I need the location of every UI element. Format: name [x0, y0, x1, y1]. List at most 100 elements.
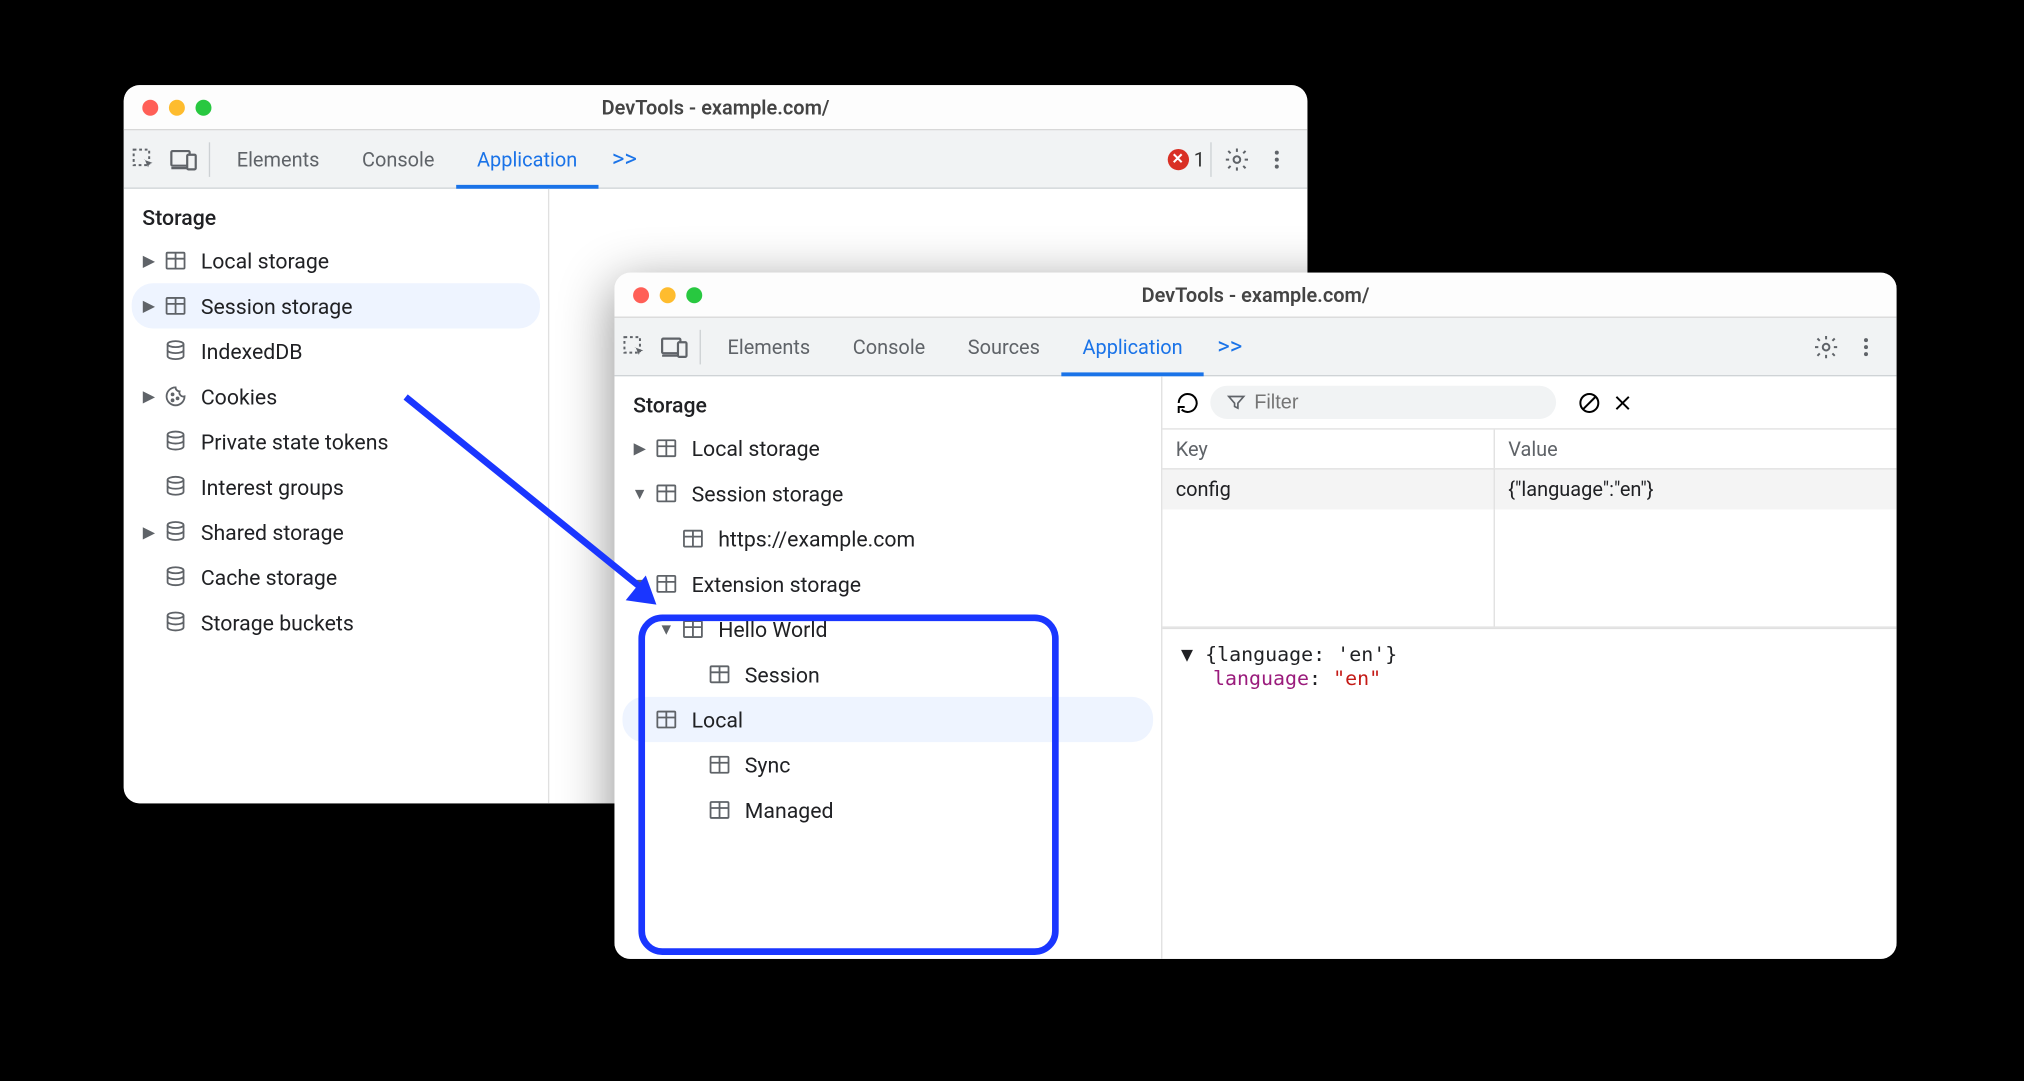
column-header-key[interactable]: Key [1162, 430, 1495, 469]
tree-expand-arrow-icon[interactable]: ▶ [140, 523, 159, 542]
tree-expand-arrow-icon[interactable]: ▶ [140, 387, 159, 406]
tree-item-shared-storage[interactable]: ▶Shared storage [124, 509, 548, 554]
titlebar: DevTools - example.com/ [614, 273, 1896, 318]
tree-item-label: IndexedDB [201, 338, 303, 363]
zoom-window-icon[interactable] [686, 287, 702, 303]
tree-item-label: Interest groups [201, 474, 344, 499]
tab-label: Application [477, 147, 577, 171]
tree-item-cache-storage[interactable]: ▶Cache storage [124, 555, 548, 600]
kebab-menu-icon[interactable] [1846, 327, 1886, 367]
storage-tree: ▶ Local storage ▼Session storage▶https://e… [614, 426, 1161, 833]
tab-label: Console [362, 147, 434, 171]
application-sidebar: Storage ▶ Local storage ▼Session storage▶h… [614, 376, 1162, 959]
tree-item-label: Storage buckets [201, 610, 354, 635]
minimize-window-icon[interactable] [169, 99, 185, 115]
table-icon [705, 795, 734, 824]
more-tabs-icon[interactable]: >> [599, 145, 651, 173]
inspector-key: language [1213, 666, 1309, 690]
tree-expand-arrow-icon[interactable]: ▼ [657, 620, 676, 639]
tree-item-indexeddb[interactable]: ▶IndexedDB [124, 329, 548, 374]
db-icon [161, 336, 190, 365]
db-icon [161, 517, 190, 546]
tree-expand-arrow-icon[interactable]: ▶ [140, 251, 159, 270]
tree-item-local-storage[interactable]: ▶Local storage [124, 238, 548, 283]
kebab-menu-icon[interactable] [1257, 139, 1297, 179]
table-icon [161, 291, 190, 320]
sidebar-section-storage: Storage [614, 376, 1161, 425]
tree-item-label: Extension storage [692, 571, 861, 596]
inspect-element-icon[interactable] [614, 327, 654, 367]
db-icon [161, 472, 190, 501]
device-toolbar-icon[interactable] [164, 139, 204, 179]
filter-input-wrapper [1210, 386, 1556, 419]
separator [1210, 142, 1211, 177]
minimize-window-icon[interactable] [660, 287, 676, 303]
tab-label: Elements [728, 334, 811, 358]
tab-application[interactable]: Application [456, 130, 599, 189]
tree-expand-arrow-icon[interactable]: ▶ [630, 439, 649, 458]
table-icon [652, 479, 681, 508]
titlebar: DevTools - example.com/ [124, 85, 1308, 130]
delete-icon[interactable] [1612, 392, 1633, 413]
devtools-window-after: DevTools - example.com/ Elements Console… [614, 273, 1896, 959]
tree-item-storage-buckets[interactable]: ▶Storage buckets [124, 600, 548, 645]
cookie-icon [161, 382, 190, 411]
table-cell-value: {"language":"en"} [1495, 469, 1897, 509]
table-icon [161, 246, 190, 275]
tree-item-label: Session [745, 662, 820, 687]
close-window-icon[interactable] [142, 99, 158, 115]
tree-item-hello-world[interactable]: ▼ Hello World [614, 606, 1161, 651]
inspect-element-icon[interactable] [124, 139, 164, 179]
tree-item-local[interactable]: ▶Local [622, 697, 1153, 742]
tree-item-cookies[interactable]: ▶ Cookies [124, 374, 548, 419]
tab-console[interactable]: Console [831, 317, 946, 376]
tree-item-label: Local [692, 707, 743, 732]
tree-item-local-storage[interactable]: ▶ Local storage [614, 426, 1161, 471]
gear-icon[interactable] [1806, 327, 1846, 367]
tab-elements[interactable]: Elements [706, 317, 831, 376]
device-toolbar-icon[interactable] [654, 327, 694, 367]
tree-item-label: Cache storage [201, 565, 337, 590]
tree-expand-arrow-icon[interactable]: ▼ [630, 484, 649, 503]
gear-icon[interactable] [1217, 139, 1257, 179]
window-controls [124, 99, 212, 115]
tree-expand-arrow-icon[interactable]: ▶ [140, 297, 159, 316]
tree-item-managed[interactable]: ▶Managed [614, 787, 1161, 832]
tree-item-label: Cookies [201, 384, 277, 409]
tree-item-label: https://example.com [718, 526, 915, 551]
tree-item-extension-storage[interactable]: ▼Extension storage [614, 561, 1161, 606]
tab-elements[interactable]: Elements [215, 130, 340, 189]
tree-item-session[interactable]: ▶Session [614, 652, 1161, 697]
tree-item-label: Hello World [718, 616, 827, 641]
table-icon [705, 750, 734, 779]
error-count-badge[interactable]: ✕ 1 [1167, 147, 1205, 171]
tree-item-session-storage[interactable]: ▶Session storage [132, 283, 540, 328]
table-icon [678, 524, 707, 553]
column-header-value[interactable]: Value [1495, 430, 1897, 469]
zoom-window-icon[interactable] [196, 99, 212, 115]
more-tabs-icon[interactable]: >> [1204, 333, 1256, 361]
devtools-toolbar: Elements Console Application >> ✕ 1 [124, 130, 1308, 189]
filter-input[interactable] [1254, 391, 1540, 414]
tree-item-label: Local storage [692, 436, 820, 461]
clear-all-icon[interactable] [1577, 390, 1601, 414]
table-row[interactable]: config {"language":"en"} [1162, 469, 1896, 509]
devtools-toolbar: Elements Console Sources Application >> [614, 318, 1896, 377]
storage-tree: ▶Local storage▶Session storage▶IndexedDB… [124, 238, 548, 645]
table-icon [652, 705, 681, 734]
refresh-icon[interactable] [1176, 390, 1200, 414]
tree-item-session-storage[interactable]: ▼Session storage [614, 471, 1161, 516]
storage-detail-toolbar [1162, 376, 1896, 429]
window-controls [614, 287, 702, 303]
tree-item-https-example-com[interactable]: ▶https://example.com [614, 516, 1161, 561]
tree-item-interest-groups[interactable]: ▶Interest groups [124, 464, 548, 509]
tree-item-sync[interactable]: ▶Sync [614, 742, 1161, 787]
storage-table: Key Value config {"language":"en"} [1162, 430, 1896, 628]
tab-sources[interactable]: Sources [947, 317, 1062, 376]
close-window-icon[interactable] [633, 287, 649, 303]
inspector-value: "en" [1333, 666, 1381, 690]
tab-application[interactable]: Application [1061, 317, 1204, 376]
sidebar-section-storage: Storage [124, 189, 548, 238]
tab-console[interactable]: Console [341, 130, 456, 189]
inspector-summary-line[interactable]: ▼ {language: 'en'} [1181, 642, 1878, 666]
